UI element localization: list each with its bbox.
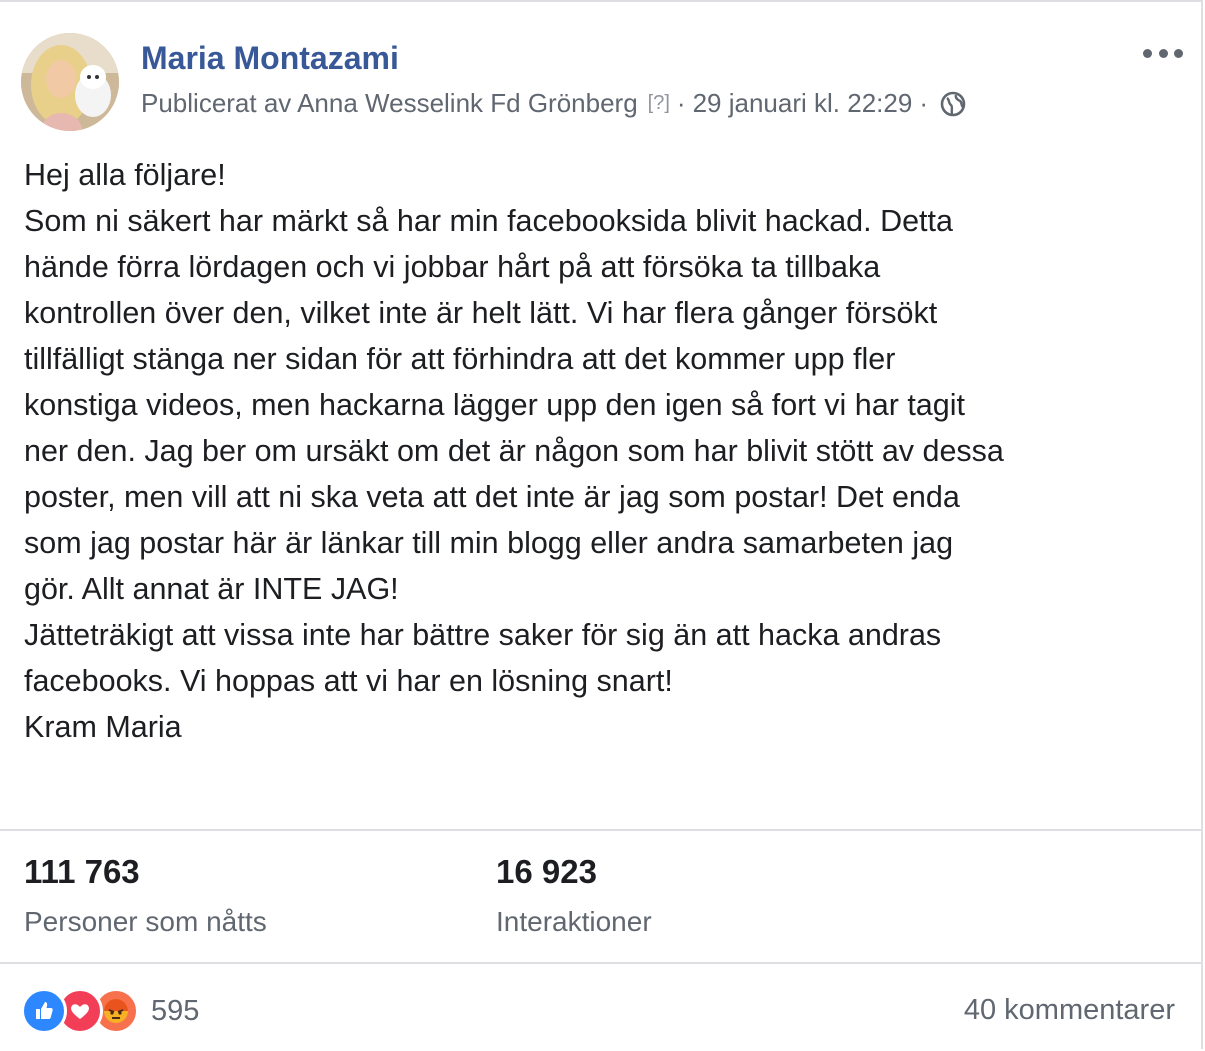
avatar-photo — [21, 33, 119, 131]
post-body: Hej alla följare! Som ni säkert har märk… — [24, 152, 1189, 750]
post-insights: 111 763 Personer som nåtts 16 923 Intera… — [0, 834, 1201, 962]
more-options-icon[interactable] — [1143, 38, 1183, 68]
globe-icon[interactable] — [939, 90, 967, 118]
help-marker[interactable]: [?] — [648, 92, 670, 115]
post-line: Jätteträkigt att vissa inte har bättre s… — [24, 618, 942, 652]
reaction-count: 595 — [151, 994, 200, 1027]
post-line: ner den. Jag ber om ursäkt om det är någ… — [24, 434, 1004, 468]
comments-count-link[interactable]: 40 kommentarer — [964, 994, 1175, 1027]
post-meta: Publicerat av Anna Wesselink Fd Grönberg… — [141, 88, 967, 119]
author-avatar[interactable] — [21, 33, 119, 131]
engagement-stat[interactable]: 16 923 Interaktioner — [496, 852, 652, 940]
reach-stat[interactable]: 111 763 Personer som nåtts — [24, 852, 267, 940]
post-timestamp[interactable]: 29 januari kl. 22:29 — [693, 88, 913, 119]
post-line: facebooks. Vi hoppas att vi har en lösni… — [24, 664, 673, 698]
post-line: hände förra lördagen och vi jobbar hårt … — [24, 250, 881, 284]
post-line: Hej alla följare! — [24, 158, 226, 192]
post-line: tillfälligt stänga ner sidan för att för… — [24, 342, 896, 376]
post-line: Kram Maria — [24, 710, 182, 744]
published-by[interactable]: Publicerat av Anna Wesselink Fd Grönberg — [141, 88, 638, 119]
post-header: Maria Montazami Publicerat av Anna Wesse… — [0, 2, 1201, 142]
post-line: Som ni säkert har märkt så har min faceb… — [24, 204, 953, 238]
reach-value: 111 763 — [24, 853, 140, 890]
reactions-summary[interactable]: 595 — [21, 988, 199, 1034]
post-card: Maria Montazami Publicerat av Anna Wesse… — [0, 0, 1203, 1049]
meta-separator: · — [676, 88, 686, 118]
like-icon — [21, 988, 67, 1034]
post-line: gör. Allt annat är INTE JAG! — [24, 572, 399, 606]
post-line: som jag postar här är länkar till min bl… — [24, 526, 954, 560]
engagement-value: 16 923 — [496, 853, 597, 890]
reach-label: Personer som nåtts — [24, 906, 267, 937]
post-line: kontrollen över den, vilket inte är helt… — [24, 296, 938, 330]
meta-separator: · — [919, 88, 928, 118]
stats-divider — [0, 829, 1201, 831]
post-line: poster, men vill att ni ska veta att det… — [24, 480, 960, 514]
author-name[interactable]: Maria Montazami — [141, 40, 399, 77]
engagement-label: Interaktioner — [496, 906, 652, 937]
footer-divider — [0, 962, 1201, 964]
post-line: konstiga videos, men hackarna lägger upp… — [24, 388, 965, 422]
post-footer: 595 40 kommentarer — [0, 966, 1201, 1051]
